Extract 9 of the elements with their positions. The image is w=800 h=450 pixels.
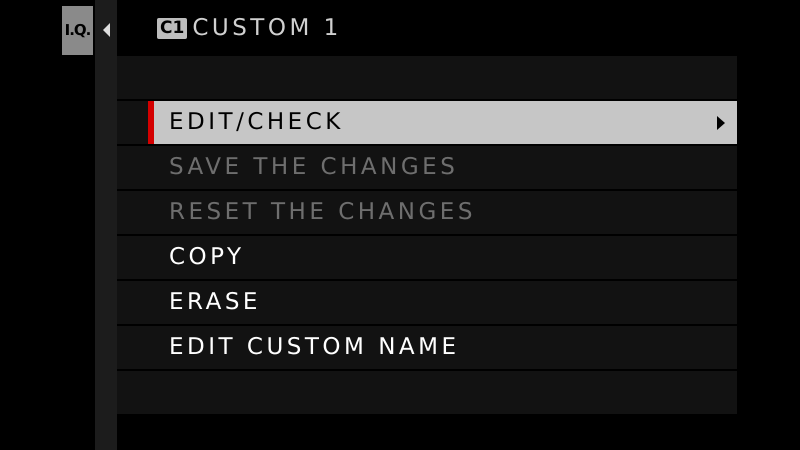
custom-badge: C1 — [157, 18, 188, 38]
selection-marker — [148, 101, 154, 144]
menu-title: CUSTOM 1 — [192, 14, 342, 43]
menu-item[interactable]: COPY — [117, 236, 737, 279]
menu-item[interactable]: ERASE — [117, 281, 737, 324]
left-arrow-icon — [102, 23, 110, 37]
menu-item[interactable]: EDIT/CHECK — [117, 101, 737, 144]
menu-item[interactable]: EDIT CUSTOM NAME — [117, 326, 737, 369]
side-tab[interactable]: I.Q. — [62, 6, 93, 55]
